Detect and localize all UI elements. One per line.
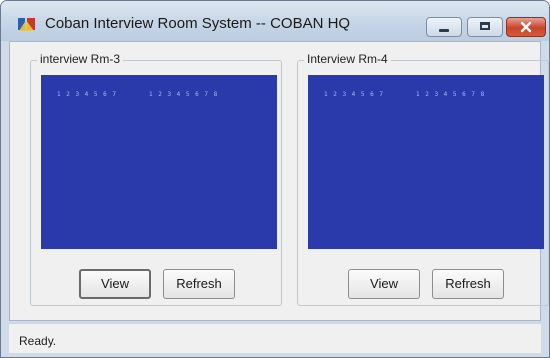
client-area: interview Rm-3 1 2 3 4 5 6 7 1 2 3 4 5 6…	[9, 41, 549, 321]
close-icon	[520, 21, 532, 33]
status-text: Ready.	[19, 334, 57, 348]
refresh-button[interactable]: Refresh	[432, 269, 504, 299]
video-osd-timestamp: 1 2 3 4 5 6 7 8	[149, 91, 219, 98]
maximize-icon	[480, 22, 490, 30]
video-osd-timestamp: 1 2 3 4 5 6 7 8	[416, 91, 486, 98]
refresh-button[interactable]: Refresh	[163, 269, 235, 299]
minimize-icon	[439, 29, 449, 32]
video-preview[interactable]: 1 2 3 4 5 6 7 1 2 3 4 5 6 7 8	[308, 75, 544, 249]
app-window: Coban Interview Room System -- COBAN HQ …	[0, 0, 550, 358]
room-title: interview Rm-3	[37, 52, 124, 66]
window-title: Coban Interview Room System -- COBAN HQ	[45, 15, 351, 32]
view-button[interactable]: View	[348, 269, 420, 299]
room-group-rm3: interview Rm-3 1 2 3 4 5 6 7 1 2 3 4 5 6…	[30, 52, 282, 306]
video-osd-text: 1 2 3 4 5 6 7	[324, 91, 384, 98]
minimize-button[interactable]	[426, 17, 462, 37]
room-group-rm4: Interview Rm-4 1 2 3 4 5 6 7 1 2 3 4 5 6…	[297, 52, 549, 306]
video-preview[interactable]: 1 2 3 4 5 6 7 1 2 3 4 5 6 7 8	[41, 75, 277, 249]
room-title: Interview Rm-4	[304, 52, 391, 66]
title-bar[interactable]: Coban Interview Room System -- COBAN HQ	[1, 1, 549, 41]
video-osd-text: 1 2 3 4 5 6 7	[57, 91, 117, 98]
app-icon[interactable]	[17, 16, 37, 34]
view-button[interactable]: View	[79, 269, 151, 299]
status-bar: Ready.	[9, 323, 541, 353]
maximize-button[interactable]	[467, 17, 503, 37]
close-button[interactable]	[506, 17, 546, 37]
